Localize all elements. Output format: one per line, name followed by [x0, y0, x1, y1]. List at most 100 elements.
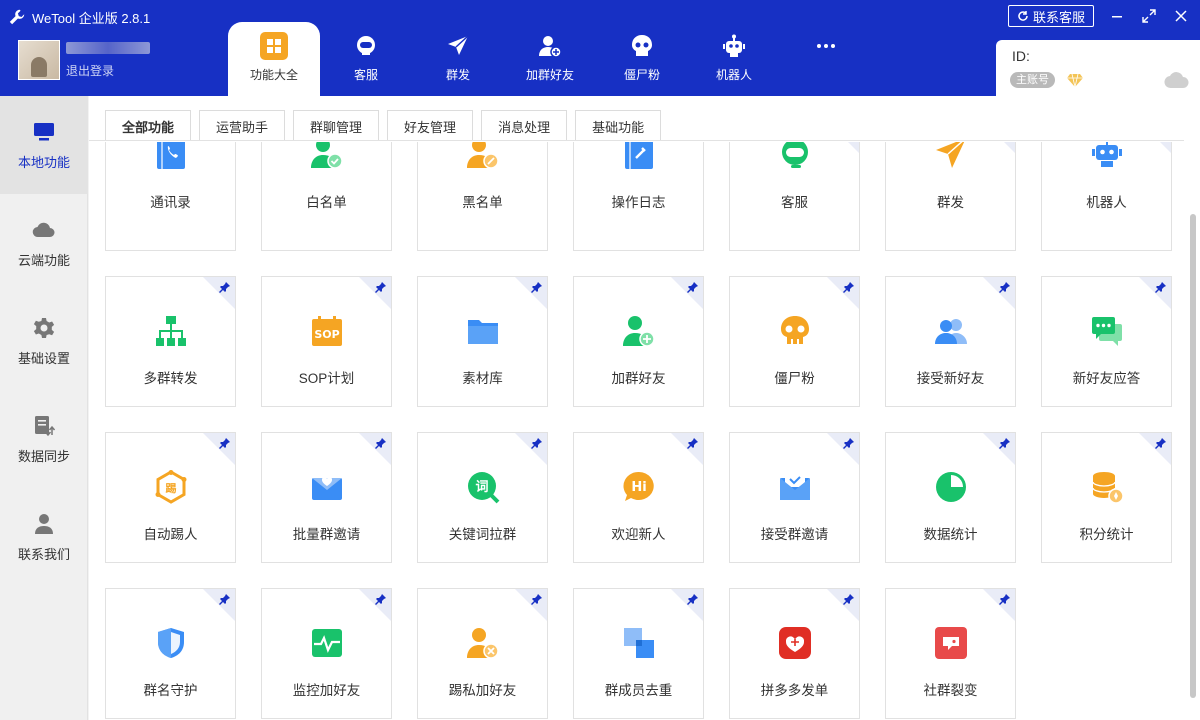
feature-card-keyword-pull-group[interactable]: 词 关键词拉群 — [417, 432, 548, 563]
nav-customer-service[interactable]: 客服 — [320, 22, 412, 96]
pie-chart-icon — [934, 470, 968, 504]
headset-icon — [778, 142, 812, 170]
sidebar-item-local[interactable]: 本地功能 — [0, 96, 88, 194]
cloud-status-icon[interactable] — [1164, 71, 1190, 89]
tab-basic[interactable]: 基础功能 — [575, 110, 662, 141]
feature-card-robot[interactable]: 机器人 — [1041, 142, 1172, 251]
pin-icon[interactable] — [1155, 437, 1167, 449]
robot-icon — [720, 32, 748, 60]
category-tabs: 全部功能 运营助手 群聊管理 好友管理 消息处理 基础功能 — [105, 110, 662, 141]
pin-icon[interactable] — [1155, 281, 1167, 293]
pin-icon[interactable] — [999, 593, 1011, 605]
feature-card-community-fission[interactable]: 社群裂变 — [885, 588, 1016, 719]
users-icon — [934, 314, 968, 348]
pin-icon[interactable] — [531, 437, 543, 449]
tab-friends[interactable]: 好友管理 — [387, 110, 474, 141]
pin-icon[interactable] — [219, 281, 231, 293]
feature-card-broadcast[interactable]: 群发 — [885, 142, 1016, 251]
nav-all-features[interactable]: 功能大全 — [228, 22, 320, 96]
feature-card-contacts[interactable]: 通讯录 — [105, 142, 236, 251]
feature-card-points-statistics[interactable]: 积分统计 — [1041, 432, 1172, 563]
coin-stack-icon — [1090, 470, 1124, 504]
pin-icon[interactable] — [531, 281, 543, 293]
sidebar-item-settings[interactable]: 基础设置 — [0, 292, 88, 390]
overlap-squares-icon — [622, 626, 656, 660]
skull-icon — [628, 32, 656, 60]
tab-all[interactable]: 全部功能 — [105, 110, 192, 141]
pin-icon[interactable] — [531, 593, 543, 605]
close-icon[interactable] — [1172, 7, 1190, 25]
feature-card-customer-service[interactable]: 客服 — [729, 142, 860, 251]
tab-group-chat[interactable]: 群聊管理 — [293, 110, 380, 141]
pin-icon[interactable] — [843, 593, 855, 605]
pin-icon[interactable] — [687, 437, 699, 449]
gear-icon — [32, 316, 56, 340]
feature-card-kick-private-add[interactable]: 踢私加好友 — [417, 588, 548, 719]
feature-card-dedupe-members[interactable]: 群成员去重 — [573, 588, 704, 719]
feature-card-material-library[interactable]: 素材库 — [417, 276, 548, 407]
shield-icon — [154, 626, 188, 660]
feature-card-sop-plan[interactable]: SOP SOP计划 — [261, 276, 392, 407]
feature-card-group-name-guard[interactable]: 群名守护 — [105, 588, 236, 719]
nav-broadcast[interactable]: 群发 — [412, 22, 504, 96]
main-account-badge: 主账号 — [1010, 72, 1055, 88]
pin-icon[interactable] — [375, 281, 387, 293]
feature-card-accept-new-friend[interactable]: 接受新好友 — [885, 276, 1016, 407]
contact-support-button[interactable]: 联系客服 — [1007, 5, 1094, 27]
minimize-icon[interactable] — [1108, 7, 1126, 25]
app-header: WeTool 企业版 2.8.1 联系客服 退出登录 功能大全 客服 群发 加群… — [0, 0, 1200, 96]
feature-card-pinduoduo-order[interactable]: 拼多多发单 — [729, 588, 860, 719]
pin-icon[interactable] — [219, 437, 231, 449]
feature-card-monitor-add-friend[interactable]: 监控加好友 — [261, 588, 392, 719]
nav-robot[interactable]: 机器人 — [688, 22, 780, 96]
feature-card-add-group-friend[interactable]: 加群好友 — [573, 276, 704, 407]
nav-zombie-fans[interactable]: 僵尸粉 — [596, 22, 688, 96]
nav-more[interactable] — [780, 22, 872, 96]
pin-icon[interactable] — [687, 593, 699, 605]
logout-link[interactable]: 退出登录 — [66, 62, 150, 79]
feature-card-batch-group-invite[interactable]: 批量群邀请 — [261, 432, 392, 563]
feature-card-new-friend-reply[interactable]: 新好友应答 — [1041, 276, 1172, 407]
user-block-icon — [466, 142, 500, 170]
pin-icon[interactable] — [843, 281, 855, 293]
sidebar-item-sync[interactable]: 数据同步 — [0, 390, 88, 488]
feature-card-data-statistics[interactable]: 数据统计 — [885, 432, 1016, 563]
svg-text:踢: 踢 — [166, 482, 177, 495]
pin-icon[interactable] — [999, 281, 1011, 293]
feature-card-operation-log[interactable]: 操作日志 — [573, 142, 704, 251]
feature-card-blacklist[interactable]: 黑名单 — [417, 142, 548, 251]
pin-icon[interactable] — [375, 593, 387, 605]
keyword-search-icon: 词 — [466, 470, 500, 504]
account-id-label: ID: — [1012, 48, 1030, 64]
tab-messages[interactable]: 消息处理 — [481, 110, 568, 141]
kick-hexagon-icon: 踢 — [154, 470, 188, 504]
tab-operations[interactable]: 运营助手 — [199, 110, 286, 141]
feature-card-multi-group-forward[interactable]: 多群转发 — [105, 276, 236, 407]
sidebar-item-cloud[interactable]: 云端功能 — [0, 194, 88, 292]
main-panel: 全部功能 运营助手 群聊管理 好友管理 消息处理 基础功能 通讯录 白名单 黑名… — [89, 96, 1200, 720]
pin-icon[interactable] — [999, 437, 1011, 449]
chat-bubbles-icon — [1090, 314, 1124, 348]
pin-icon[interactable] — [375, 437, 387, 449]
fission-chat-icon — [934, 626, 968, 660]
feature-card-whitelist[interactable]: 白名单 — [261, 142, 392, 251]
maximize-icon[interactable] — [1140, 7, 1158, 25]
vertical-scrollbar[interactable] — [1190, 214, 1196, 698]
feature-card-zombie-fans[interactable]: 僵尸粉 — [729, 276, 860, 407]
pin-icon[interactable] — [687, 281, 699, 293]
user-add-icon — [622, 314, 656, 348]
feature-card-auto-kick[interactable]: 踢 自动踢人 — [105, 432, 236, 563]
envelope-heart-icon — [310, 470, 344, 504]
paper-plane-icon — [934, 142, 968, 170]
sidebar-item-contact[interactable]: 联系我们 — [0, 488, 88, 586]
top-nav: 功能大全 客服 群发 加群好友 僵尸粉 机器人 — [228, 22, 872, 96]
avatar[interactable] — [18, 40, 60, 80]
feature-card-accept-group-invite[interactable]: 接受群邀请 — [729, 432, 860, 563]
pin-icon[interactable] — [219, 593, 231, 605]
feature-card-welcome-newcomer[interactable]: Hi 欢迎新人 — [573, 432, 704, 563]
nav-add-friend[interactable]: 加群好友 — [504, 22, 596, 96]
monitor-icon — [32, 120, 56, 144]
pin-icon[interactable] — [843, 437, 855, 449]
apps-grid-icon — [260, 32, 288, 60]
user-remove-icon — [466, 626, 500, 660]
